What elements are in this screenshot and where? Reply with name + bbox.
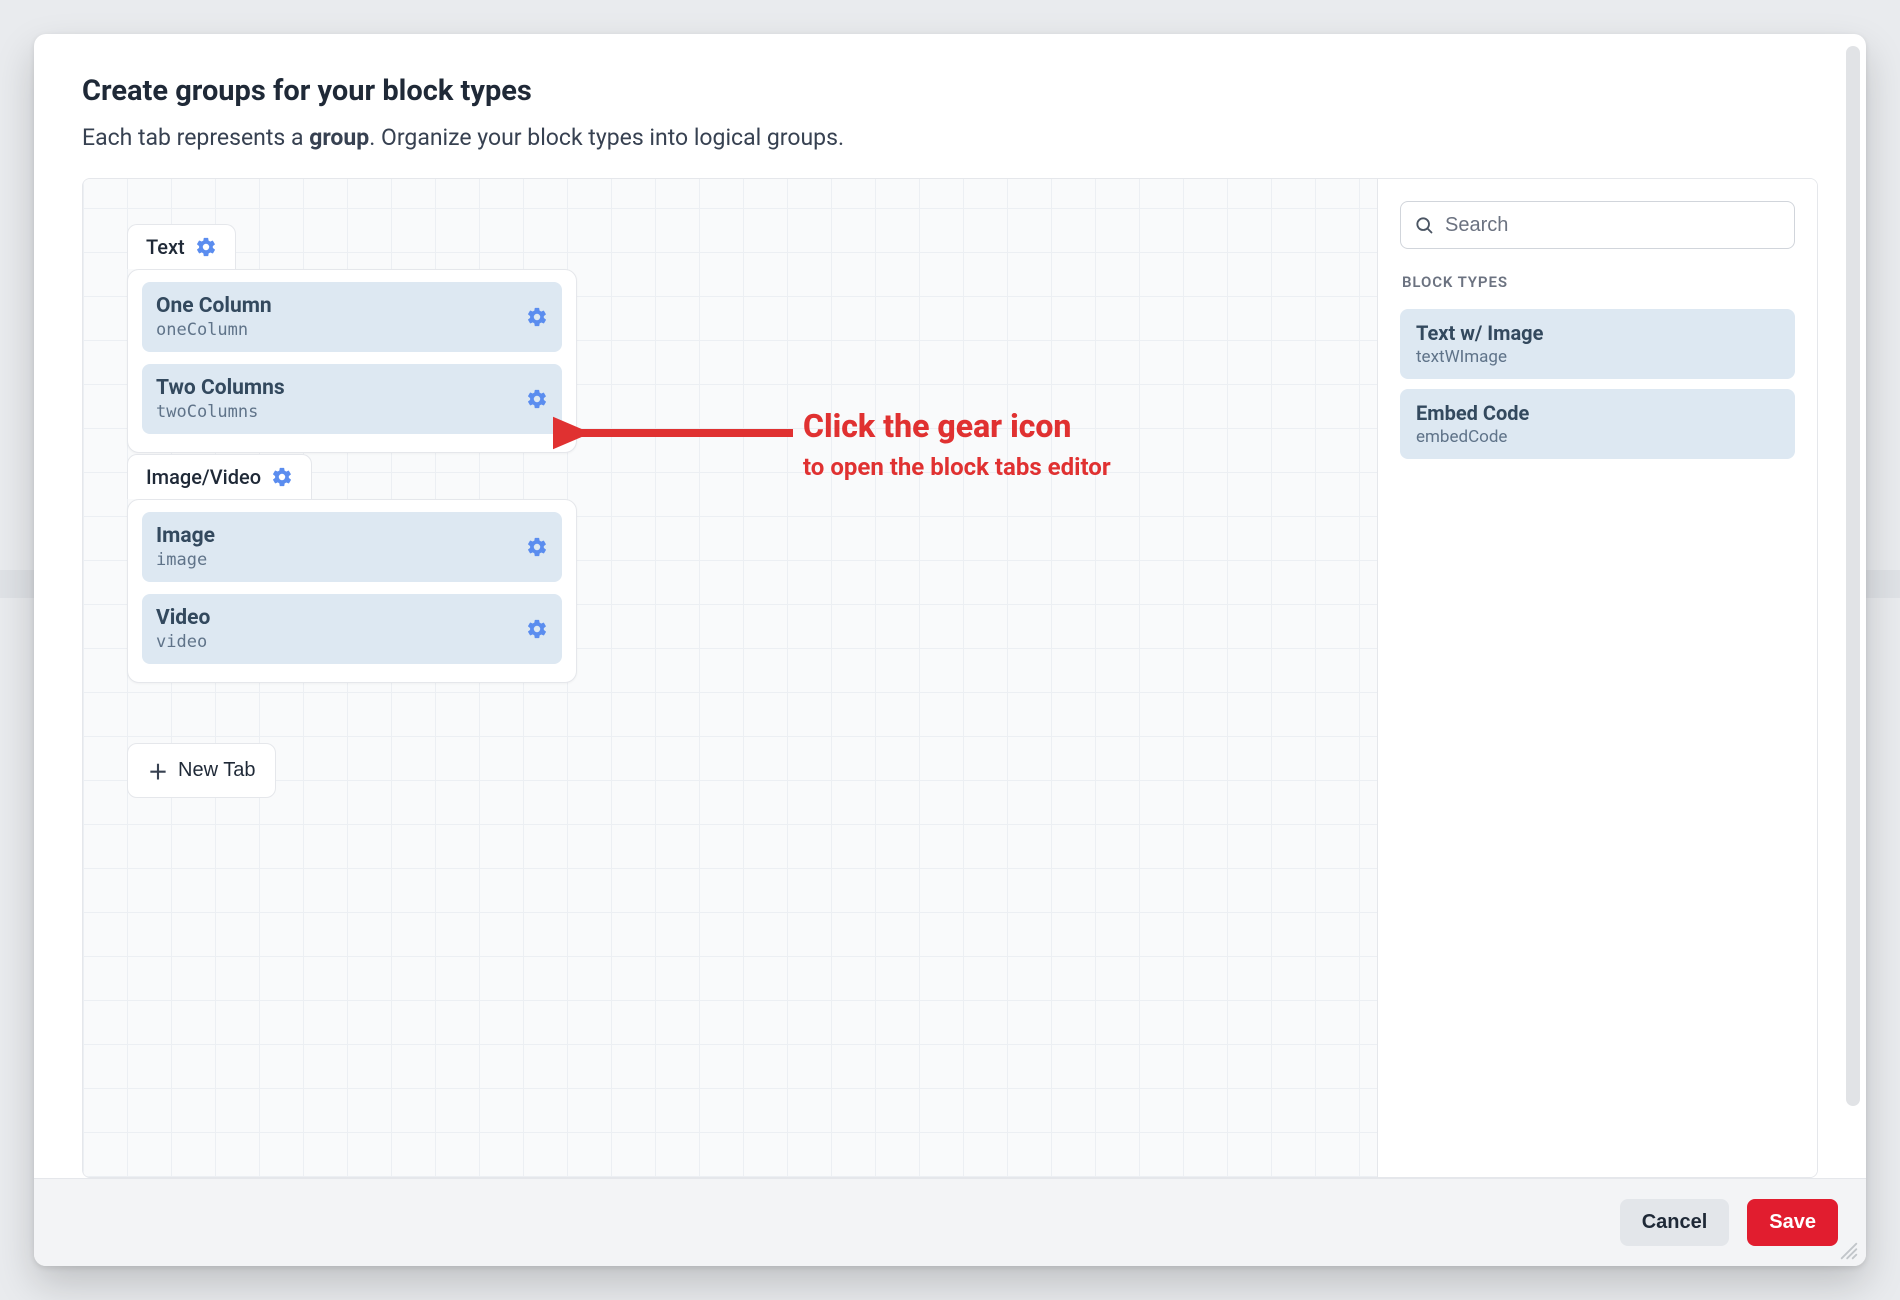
gear-icon[interactable]: [526, 388, 548, 410]
tab-group-image-video[interactable]: Image/Video Image image: [127, 499, 577, 683]
new-tab-label: New Tab: [178, 759, 255, 782]
gear-icon[interactable]: [271, 466, 293, 488]
modal-footer: Cancel Save: [34, 1178, 1866, 1266]
gear-icon[interactable]: [526, 306, 548, 328]
tabs-canvas[interactable]: Text One Column oneColumn: [83, 179, 1377, 1177]
modal-header: Create groups for your block types Each …: [34, 34, 1866, 178]
block-item-two-columns[interactable]: Two Columns twoColumns: [142, 364, 562, 434]
search-icon: [1414, 215, 1434, 235]
block-item-handle: image: [156, 550, 215, 570]
block-type-handle: embedCode: [1416, 427, 1779, 447]
block-item-title: Two Columns: [156, 376, 285, 400]
modal-scrollbar[interactable]: [1846, 46, 1860, 1106]
modal-title: Create groups for your block types: [82, 74, 1818, 108]
annotation-line2: to open the block tabs editor: [803, 453, 1111, 481]
tab-group-text[interactable]: Text One Column oneColumn: [127, 269, 577, 453]
tab-label: Image/Video: [146, 465, 261, 489]
modal-body: Text One Column oneColumn: [82, 178, 1818, 1178]
annotation-line1: Click the gear icon: [803, 407, 1071, 445]
block-item-image[interactable]: Image image: [142, 512, 562, 582]
groups-editor-modal: Create groups for your block types Each …: [34, 34, 1866, 1266]
modal-description-pre: Each tab represents a: [82, 124, 309, 151]
annotation-overlay: Click the gear icon to open the block ta…: [553, 407, 1293, 547]
tab-label: Text: [146, 235, 185, 259]
block-item-handle: oneColumn: [156, 320, 272, 340]
modal-description-bold: group: [309, 124, 369, 151]
gear-icon[interactable]: [526, 536, 548, 558]
block-item-title: Image: [156, 524, 215, 548]
tab-handle-text[interactable]: Text: [127, 224, 236, 269]
block-item-handle: video: [156, 632, 210, 652]
modal-description: Each tab represents a group. Organize yo…: [82, 122, 1818, 154]
block-item-title: Video: [156, 606, 210, 630]
block-types-heading: BLOCK TYPES: [1402, 273, 1793, 291]
block-type-text-w-image[interactable]: Text w/ Image textWImage: [1400, 309, 1795, 379]
cancel-button[interactable]: Cancel: [1620, 1199, 1730, 1246]
block-item-one-column[interactable]: One Column oneColumn: [142, 282, 562, 352]
block-type-title: Text w/ Image: [1416, 321, 1779, 345]
block-type-title: Embed Code: [1416, 401, 1779, 425]
block-item-video[interactable]: Video video: [142, 594, 562, 664]
search-input[interactable]: [1400, 201, 1795, 249]
save-button[interactable]: Save: [1747, 1199, 1838, 1246]
arrow-icon: [553, 413, 803, 453]
block-type-handle: textWImage: [1416, 347, 1779, 367]
block-type-embed-code[interactable]: Embed Code embedCode: [1400, 389, 1795, 459]
modal-description-post: . Organize your block types into logical…: [369, 124, 844, 151]
new-tab-button[interactable]: ＋ New Tab: [127, 743, 276, 798]
block-item-title: One Column: [156, 294, 272, 318]
tab-handle-image-video[interactable]: Image/Video: [127, 454, 312, 499]
plus-icon: ＋: [148, 756, 168, 785]
block-types-panel: BLOCK TYPES Text w/ Image textWImage Emb…: [1377, 179, 1817, 1177]
gear-icon[interactable]: [526, 618, 548, 640]
block-item-handle: twoColumns: [156, 402, 285, 422]
search-field-wrap: [1400, 201, 1795, 249]
resize-grip-icon[interactable]: [1838, 1240, 1860, 1262]
gear-icon[interactable]: [195, 236, 217, 258]
